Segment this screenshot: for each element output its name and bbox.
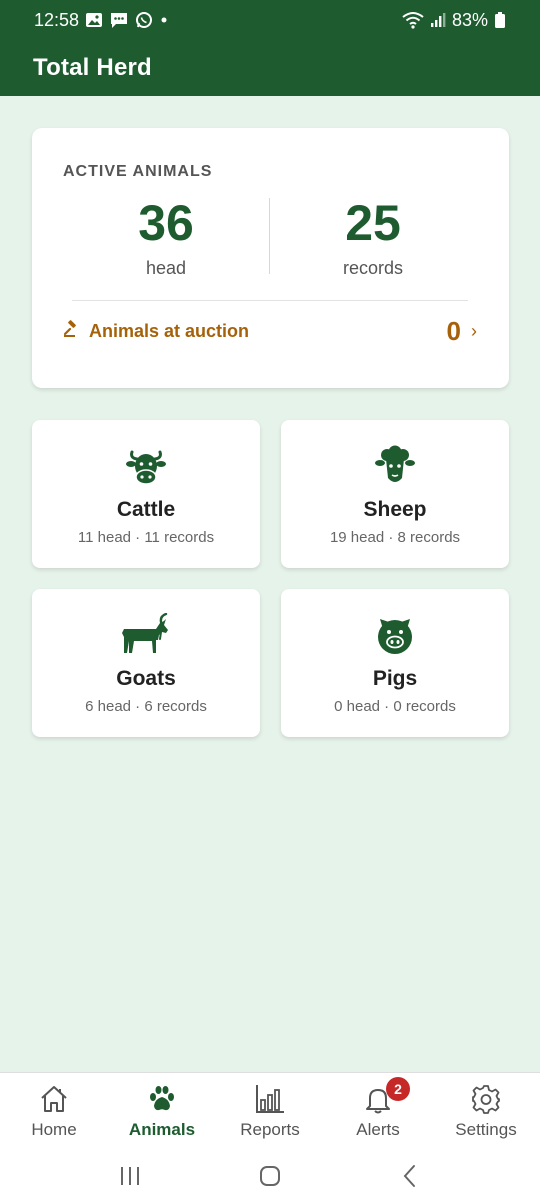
goats-name: Goats	[116, 667, 176, 690]
status-left: 12:58	[34, 10, 169, 31]
whatsapp-icon	[135, 11, 153, 29]
wifi-icon	[402, 11, 424, 29]
nav-home[interactable]: Home	[0, 1073, 108, 1152]
battery-icon	[494, 11, 506, 29]
record-stat: 25 records	[273, 194, 473, 279]
paw-icon	[108, 1083, 216, 1115]
gavel-icon	[63, 319, 81, 343]
active-animals-card: ACTIVE ANIMALS 36 head 25 records Animal…	[32, 128, 509, 388]
alerts-badge: 2	[386, 1077, 410, 1101]
nav-animals-label: Animals	[128, 1120, 196, 1139]
pigs-tile[interactable]: Pigs 0 head · 0 records	[281, 589, 509, 737]
pigs-name: Pigs	[372, 667, 418, 690]
bell-icon	[324, 1083, 432, 1115]
system-nav-bar	[0, 1152, 540, 1200]
head-count: 36	[138, 195, 194, 251]
auction-label: Animals at auction	[89, 320, 250, 341]
summary-label: ACTIVE ANIMALS	[63, 163, 213, 180]
dot-icon	[159, 15, 169, 25]
app-header: 12:58 83% Total Herd	[0, 0, 540, 96]
recents-button[interactable]	[110, 1156, 150, 1196]
nav-reports[interactable]: Reports	[216, 1073, 324, 1152]
head-label: head	[145, 258, 187, 278]
chevron-right-icon: ›	[471, 320, 477, 341]
nav-alerts[interactable]: 2 Alerts	[324, 1073, 432, 1152]
bar-chart-icon	[216, 1083, 324, 1115]
goat-icon	[32, 613, 260, 657]
status-time: 12:58	[34, 9, 80, 30]
home-icon	[0, 1083, 108, 1115]
gear-icon	[432, 1083, 540, 1115]
auction-link[interactable]: Animals at auction 0 ›	[63, 314, 477, 348]
pigs-summary: 0 head · 0 records	[334, 698, 456, 715]
nav-animals[interactable]: Animals	[108, 1073, 216, 1152]
pig-icon	[281, 613, 509, 657]
nav-settings-label: Settings	[455, 1120, 517, 1139]
message-icon	[109, 11, 129, 29]
record-count: 25	[345, 195, 401, 251]
battery-percent: 83%	[451, 9, 488, 30]
auction-count: 0	[446, 315, 461, 346]
status-bar: 12:58 83%	[0, 0, 540, 40]
home-system-button[interactable]	[250, 1156, 290, 1196]
nav-home-label: Home	[31, 1120, 77, 1139]
stat-divider	[269, 198, 270, 274]
nav-settings[interactable]: Settings	[432, 1073, 540, 1152]
cattle-tile[interactable]: Cattle 11 head · 11 records	[32, 420, 260, 568]
nav-reports-label: Reports	[240, 1120, 300, 1139]
nav-alerts-label: Alerts	[356, 1120, 400, 1139]
auction-left: Animals at auction	[63, 319, 250, 343]
gallery-icon	[85, 12, 103, 28]
card-divider	[72, 300, 468, 301]
back-icon	[403, 1165, 415, 1187]
goats-summary: 6 head · 6 records	[85, 698, 207, 715]
page-title: Total Herd	[33, 54, 152, 81]
home-circle-icon	[260, 1166, 280, 1186]
back-button[interactable]	[390, 1156, 430, 1196]
sheep-name: Sheep	[363, 498, 427, 521]
head-stat: 36 head	[66, 194, 266, 279]
sheep-tile[interactable]: Sheep 19 head · 8 records	[281, 420, 509, 568]
bottom-nav: Home Animals Reports 2 Alerts Settings	[0, 1072, 540, 1152]
sheep-icon	[281, 444, 509, 488]
cattle-icon	[32, 444, 260, 488]
cattle-summary: 11 head · 11 records	[77, 529, 215, 546]
signal-icon	[430, 12, 446, 28]
status-right: 83%	[402, 10, 506, 31]
sheep-summary: 19 head · 8 records	[329, 529, 461, 546]
cattle-name: Cattle	[116, 498, 176, 521]
auction-right: 0 ›	[447, 316, 477, 347]
goats-tile[interactable]: Goats 6 head · 6 records	[32, 589, 260, 737]
record-label: records	[342, 258, 404, 278]
recents-icon	[121, 1167, 139, 1185]
